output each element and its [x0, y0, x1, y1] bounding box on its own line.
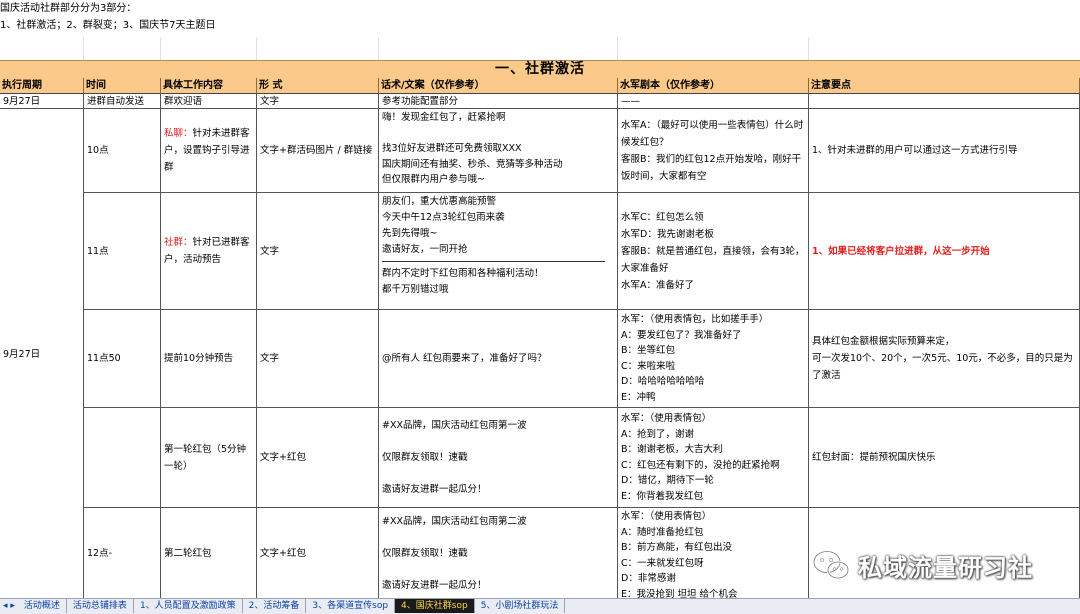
cell-note-r2[interactable]: 1、如果已经将客户拉进群，从这一步开始 — [809, 193, 1080, 310]
divider-line — [382, 261, 605, 262]
cell-script-r2[interactable]: 朋友们，重大优惠高能预警 今天中午12点3轮红包雨来袭 先到先得哦~ 邀请好友，… — [379, 193, 618, 310]
cell-text: 文字 — [260, 245, 280, 257]
cell-time-r3[interactable]: 11点50 — [84, 310, 161, 408]
intro-line-2: 1、社群激活；2、群裂变；3、国庆节7天主题日 — [0, 20, 216, 31]
col-header-note: 注意要点 — [809, 78, 1080, 94]
cell-form-r3[interactable]: 文字 — [257, 310, 379, 408]
tab-schedule[interactable]: 活动总铺排表 — [67, 599, 134, 613]
col-header-time: 时间 — [84, 78, 161, 94]
cell-text: 群欢迎语 — [164, 95, 203, 107]
cell-army-r5[interactable]: 水军：（使用表情包） A：随时准备抢红包 B：前方高能，有红包出没 C：一来就发… — [618, 508, 809, 600]
tab-overview[interactable]: 活动概述 — [18, 599, 67, 613]
cell-text: 文字 — [260, 353, 280, 364]
cell-text: 水军C：红包怎么领 水军D：我先谢谢老板 客服B：就是普通红包，直接领，会有3轮… — [621, 211, 805, 291]
cell-work-r5[interactable]: 第二轮红包 — [161, 508, 257, 600]
cell-script-r1[interactable]: 嗨！发现金红包了，赶紧抢啊 找3位好友进群还可免费领取XXX 国庆期间还有抽奖、… — [379, 109, 618, 193]
cell-text: 水军：（使用表情包，比如搓手手） A：要发红包了？我准备好了 B：坐等红包 C：… — [621, 314, 769, 403]
col-header-form: 形 式 — [257, 78, 379, 94]
cell-text: #XX品牌，国庆活动红包雨第二波 仅限群友领取！速戳 邀请好友进群一起瓜分！ — [382, 516, 527, 591]
cell-script-r4[interactable]: #XX品牌，国庆活动红包雨第一波 仅限群友领取！速戳 邀请好友进群一起瓜分！ — [379, 408, 618, 508]
tab-staffing[interactable]: 1、人员配置及激励政策 — [134, 599, 243, 613]
section-title: 一、社群激活 — [0, 60, 1080, 79]
cell-text: 9月27日 — [3, 95, 41, 107]
tab-preparation[interactable]: 2、活动筹备 — [243, 599, 307, 613]
cell-text: 10点 — [87, 145, 109, 156]
cell-text: #XX品牌，国庆活动红包雨第一波 仅限群友领取！速戳 邀请好友进群一起瓜分！ — [382, 419, 527, 495]
cell-army-r2[interactable]: 水军C：红包怎么领 水军D：我先谢谢老板 客服B：就是普通红包，直接领，会有3轮… — [618, 193, 809, 310]
cell-text: 11点50 — [87, 353, 121, 364]
cell-text: 文字 — [260, 95, 280, 107]
cell-form-r4[interactable]: 文字+红包 — [257, 408, 379, 508]
work-prefix: 社群： — [164, 237, 193, 248]
cell-script-r5[interactable]: #XX品牌，国庆活动红包雨第二波 仅限群友领取！速戳 邀请好友进群一起瓜分！ — [379, 508, 618, 600]
tab-community-sop[interactable]: 4、国庆社群sop — [395, 599, 475, 613]
cell-text: 进群自动发送 — [87, 95, 145, 107]
cell-work-r4[interactable]: 第一轮红包（5分钟一轮） — [161, 408, 257, 508]
cell-army-r3[interactable]: 水军：（使用表情包，比如搓手手） A：要发红包了？我准备好了 B：坐等红包 C：… — [618, 310, 809, 408]
cell-script-r0[interactable]: 参考功能配置部分 — [379, 94, 618, 109]
cell-text: —— — [621, 95, 640, 107]
cell-text: 水军：（使用表情包） A：抢到了，谢谢 B：谢谢老板，大吉大利 C：红包还有剩下… — [621, 413, 780, 502]
cell-form-r0[interactable]: 文字 — [257, 94, 379, 109]
tab-nav-arrows[interactable]: ◂ ▸ — [0, 599, 18, 613]
tab-theater-play[interactable]: 5、小剧场社群玩法 — [475, 599, 566, 613]
cell-text: 水军A：（最好可以使用一些表情包）什么时候发红包？ 客服B：我们的红包12点开始… — [621, 119, 804, 182]
cell-form-r5[interactable]: 文字+红包 — [257, 508, 379, 600]
col-header-army: 水军剧本（仅作参考） — [618, 78, 809, 94]
work-prefix: 私聊： — [164, 128, 193, 139]
cell-text: 提前10分钟预告 — [164, 353, 234, 364]
cell-text: 具体红包金额根据实际预算来定， 可一次发10个、20个，一次5元、10元，不必多… — [812, 336, 1073, 381]
cell-work-r1[interactable]: 私聊：针对未进群客户，设置钩子引导进群 — [161, 109, 257, 193]
cell-text: 群内不定时下红包雨和各种福利活动！ 都千万别错过哦 — [382, 268, 544, 295]
cell-script-r3[interactable]: @所有人 红包雨要来了，准备好了吗？ — [379, 310, 618, 408]
blank-row — [0, 37, 1080, 61]
cell-period-merged[interactable]: 9月27日 — [0, 109, 84, 600]
cell-text: @所有人 红包雨要来了，准备好了吗？ — [382, 353, 547, 364]
cell-text: 朋友们，重大优惠高能预警 今天中午12点3轮红包雨来袭 先到先得哦~ 邀请好友，… — [382, 196, 505, 255]
cell-note-r1[interactable]: 1、针对未进群的用户可以通过这一方式进行引导 — [809, 109, 1080, 193]
cell-time-r5[interactable]: 12点- — [84, 508, 161, 600]
cell-text: 1、如果已经将客户拉进群，从这一步开始 — [812, 245, 990, 257]
tab-channel-sop[interactable]: 3、各渠道宣传sop — [306, 599, 396, 613]
cell-form-r2[interactable]: 文字 — [257, 193, 379, 310]
cell-army-r4[interactable]: 水军：（使用表情包） A：抢到了，谢谢 B：谢谢老板，大吉大利 C：红包还有剩下… — [618, 408, 809, 508]
cell-time-r4[interactable] — [84, 408, 161, 508]
cell-note-r4[interactable]: 红包封面：提前预祝国庆快乐 — [809, 408, 1080, 508]
cell-text: 文字+红包 — [260, 452, 306, 463]
col-header-work: 具体工作内容 — [161, 78, 257, 94]
cell-time-r1[interactable]: 10点 — [84, 109, 161, 193]
cell-text: 11点 — [87, 245, 109, 257]
cell-text: 1、针对未进群的用户可以通过这一方式进行引导 — [812, 145, 1018, 156]
cell-text: 第一轮红包（5分钟一轮） — [164, 443, 247, 472]
cell-text: 12点- — [87, 548, 113, 559]
cell-work-r3[interactable]: 提前10分钟预告 — [161, 310, 257, 408]
cell-text: 水军：（使用表情包） A：随时准备抢红包 B：前方高能，有红包出没 C：一来就发… — [621, 511, 738, 600]
cell-text: 文字+红包 — [260, 548, 306, 559]
cell-text: 红包封面：提前预祝国庆快乐 — [812, 452, 936, 463]
cell-time-r0[interactable]: 进群自动发送 — [84, 94, 161, 109]
sheet-tab-bar: ◂ ▸ 活动概述 活动总铺排表 1、人员配置及激励政策 2、活动筹备 3、各渠道宣传sop… — [0, 598, 1080, 614]
cell-text: 参考功能配置部分 — [382, 95, 459, 107]
cell-note-r0[interactable] — [809, 94, 1080, 109]
cell-time-r2[interactable]: 11点 — [84, 193, 161, 310]
cell-work-r0[interactable]: 群欢迎语 — [161, 94, 257, 109]
cell-form-r1[interactable]: 文字+群活码图片 / 群链接 — [257, 109, 379, 193]
cell-text: 文字+群活码图片 / 群链接 — [260, 145, 373, 156]
cell-army-r1[interactable]: 水军A：（最好可以使用一些表情包）什么时候发红包？ 客服B：我们的红包12点开始… — [618, 109, 809, 193]
intro-line-1: 国庆活动社群部分分为3部分： — [0, 3, 137, 14]
col-header-period: 执行周期 — [0, 78, 84, 94]
cell-text: 9月27日 — [3, 348, 41, 360]
cell-period-r0[interactable]: 9月27日 — [0, 94, 84, 109]
cell-army-r0[interactable]: —— — [618, 94, 809, 109]
cell-work-r2[interactable]: 社群：针对已进群客户，活动预告 — [161, 193, 257, 310]
cell-note-r3[interactable]: 具体红包金额根据实际预算来定， 可一次发10个、20个，一次5元、10元，不必多… — [809, 310, 1080, 408]
col-header-script: 话术/文案（仅作参考） — [379, 78, 618, 94]
cell-text: 嗨！发现金红包了，赶紧抢啊 找3位好友进群还可免费领取XXX 国庆期间还有抽奖、… — [382, 112, 563, 185]
cell-text: 第二轮红包 — [164, 548, 212, 559]
cell-note-r5[interactable] — [809, 508, 1080, 600]
